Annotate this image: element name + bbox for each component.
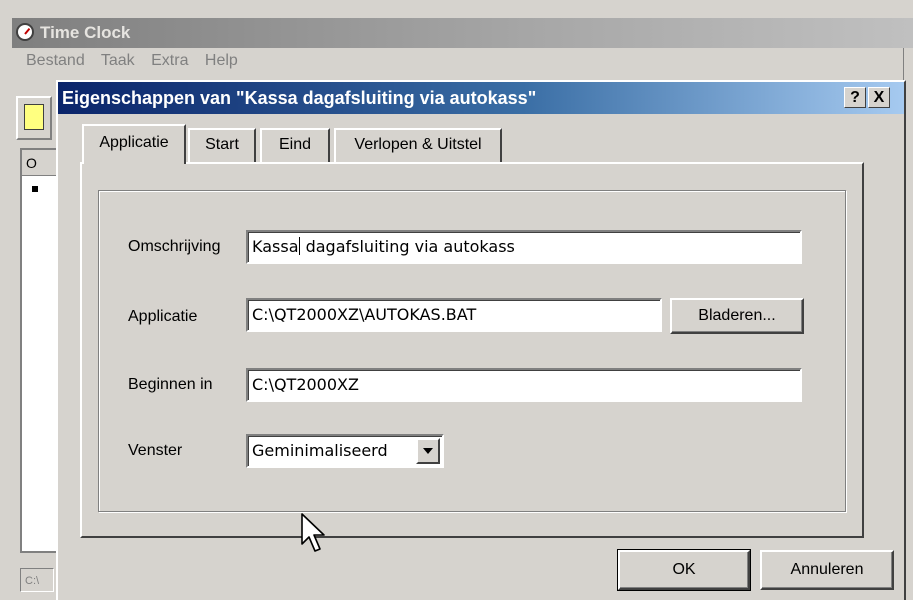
main-menu-bar: Bestand Taak Extra Help xyxy=(12,48,250,74)
clock-icon xyxy=(16,23,34,41)
tab-panel xyxy=(80,162,864,538)
tab-applicatie[interactable]: Applicatie xyxy=(82,124,186,164)
tab-verlopen-uitstel[interactable]: Verlopen & Uitstel xyxy=(334,128,502,162)
menu-extra[interactable]: Extra xyxy=(151,52,188,69)
document-icon xyxy=(24,104,44,130)
status-bar: C:\ xyxy=(20,568,54,592)
new-task-button[interactable] xyxy=(16,96,52,140)
list-item-marker xyxy=(32,186,38,192)
properties-dialog: Eigenschappen van "Kassa dagafsluiting v… xyxy=(56,80,906,600)
menu-bestand[interactable]: Bestand xyxy=(26,52,85,69)
menu-help[interactable]: Help xyxy=(205,52,238,69)
task-list[interactable]: O xyxy=(20,148,62,553)
close-button[interactable]: X xyxy=(868,87,890,108)
tab-eind[interactable]: Eind xyxy=(260,128,330,162)
ok-button[interactable]: OK xyxy=(617,549,751,591)
main-title-bar: Time Clock xyxy=(12,18,913,48)
tab-start[interactable]: Start xyxy=(188,128,256,162)
main-window-title: Time Clock xyxy=(40,23,131,42)
dialog-title-bar[interactable]: Eigenschappen van "Kassa dagafsluiting v… xyxy=(58,82,904,114)
cancel-button[interactable]: Annuleren xyxy=(760,550,894,590)
menu-taak[interactable]: Taak xyxy=(101,52,135,69)
help-button[interactable]: ? xyxy=(844,87,866,108)
mouse-cursor-icon xyxy=(301,513,325,552)
dialog-title: Eigenschappen van "Kassa dagafsluiting v… xyxy=(62,88,537,108)
settings-group-box xyxy=(98,190,846,512)
